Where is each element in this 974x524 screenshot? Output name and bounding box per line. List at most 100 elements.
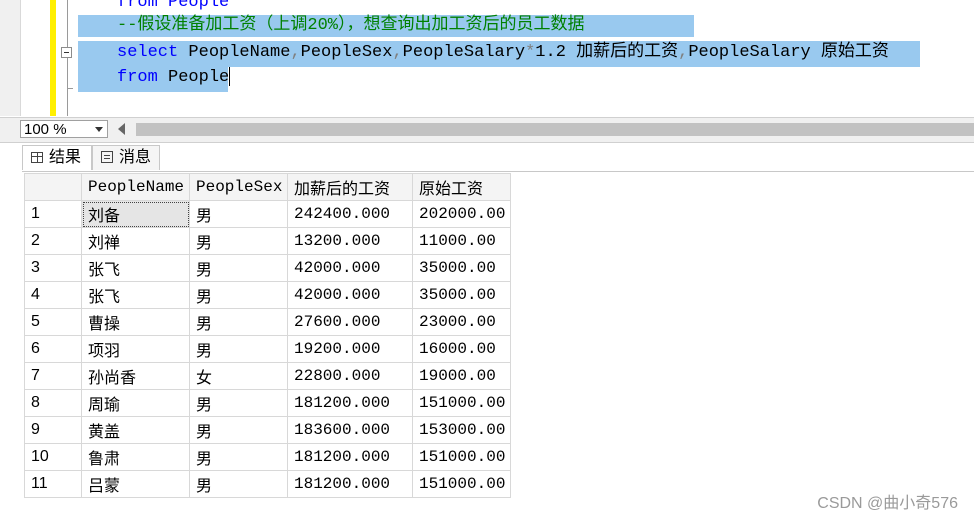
- header-row: PeopleName PeopleSex 加薪后的工资 原始工资: [24, 173, 511, 201]
- zoom-select[interactable]: 100 %: [20, 120, 108, 138]
- table-row[interactable]: 9 黄盖男 183600.000 153000.00: [24, 416, 511, 444]
- cell-original-salary[interactable]: 151000.00: [412, 443, 511, 471]
- cell-people-sex[interactable]: 男: [189, 335, 288, 363]
- collapse-icon[interactable]: [61, 47, 72, 58]
- cell-original-salary[interactable]: 202000.00: [412, 200, 511, 228]
- cell-people-name[interactable]: 黄盖: [81, 416, 190, 444]
- cell-original-salary[interactable]: 35000.00: [412, 281, 511, 309]
- cell-original-salary[interactable]: 151000.00: [412, 470, 511, 498]
- code-token: PeopleName: [178, 43, 291, 62]
- cell-new-salary[interactable]: 42000.000: [287, 254, 413, 282]
- cell-people-name[interactable]: 曹操: [81, 308, 190, 336]
- cell-new-salary[interactable]: 181200.000: [287, 389, 413, 417]
- cell-people-sex[interactable]: 男: [189, 308, 288, 336]
- table-row[interactable]: 6 项羽男 19200.000 16000.00: [24, 335, 511, 363]
- cell-original-salary[interactable]: 11000.00: [412, 227, 511, 255]
- cell-new-salary[interactable]: 181200.000: [287, 443, 413, 471]
- row-number[interactable]: 10: [24, 443, 82, 471]
- cell-original-salary[interactable]: 35000.00: [412, 254, 511, 282]
- cell-new-salary[interactable]: 183600.000: [287, 416, 413, 444]
- row-number[interactable]: 7: [24, 362, 82, 390]
- table-row[interactable]: 4 张飞男 42000.000 35000.00: [24, 281, 511, 309]
- cell-original-salary[interactable]: 16000.00: [412, 335, 511, 363]
- cell-people-name[interactable]: 张飞: [81, 254, 190, 282]
- table-row[interactable]: 3 张飞男 42000.000 35000.00: [24, 254, 511, 282]
- chevron-down-icon: [95, 127, 103, 132]
- cell-people-name[interactable]: 张飞: [81, 281, 190, 309]
- sql-editor[interactable]: from People --假设准备加工资（上调20%），想查询出加工资后的员工…: [0, 0, 974, 116]
- table-row[interactable]: 8 周瑜男 181200.000 151000.00: [24, 389, 511, 417]
- cell-new-salary[interactable]: 242400.000: [287, 200, 413, 228]
- column-header[interactable]: PeopleSex: [189, 173, 288, 201]
- cell-people-name[interactable]: 鲁肃: [81, 443, 190, 471]
- row-number[interactable]: 9: [24, 416, 82, 444]
- table-row[interactable]: 11 吕蒙男 181200.000 151000.00: [24, 470, 511, 498]
- code-token: PeopleSex: [300, 43, 393, 62]
- change-indicator-bar: [50, 0, 56, 116]
- horizontal-scrollbar[interactable]: [136, 123, 974, 136]
- cell-people-name[interactable]: 周瑜: [81, 389, 190, 417]
- row-number[interactable]: 3: [24, 254, 82, 282]
- cell-people-sex[interactable]: 男: [189, 200, 288, 228]
- row-number[interactable]: 2: [24, 227, 82, 255]
- code-token: ,: [290, 43, 301, 62]
- watermark: CSDN @曲小奇576: [817, 495, 958, 512]
- cell-people-sex[interactable]: 男: [189, 470, 288, 498]
- tab-messages-label: 消息: [119, 149, 152, 166]
- row-number[interactable]: 6: [24, 335, 82, 363]
- code-line-from-top: from People: [117, 0, 230, 12]
- row-number[interactable]: 11: [24, 470, 82, 498]
- cell-people-sex[interactable]: 男: [189, 254, 288, 282]
- cell-original-salary[interactable]: 23000.00: [412, 308, 511, 336]
- keyword-from: from: [117, 68, 158, 87]
- cell-new-salary[interactable]: 27600.000: [287, 308, 413, 336]
- cell-people-name[interactable]: 刘备: [81, 200, 190, 228]
- cell-original-salary[interactable]: 19000.00: [412, 362, 511, 390]
- code-line-select: select PeopleName,PeopleSex,PeopleSalary…: [117, 42, 889, 64]
- cell-people-sex[interactable]: 女: [189, 362, 288, 390]
- code-token: ,: [392, 43, 403, 62]
- editor-gutter: [0, 0, 21, 116]
- cell-people-name[interactable]: 吕蒙: [81, 470, 190, 498]
- cell-people-sex[interactable]: 男: [189, 227, 288, 255]
- cell-new-salary[interactable]: 42000.000: [287, 281, 413, 309]
- table-row[interactable]: 7 孙尚香女 22800.000 19000.00: [24, 362, 511, 390]
- row-number[interactable]: 1: [24, 200, 82, 228]
- cell-new-salary[interactable]: 181200.000: [287, 470, 413, 498]
- code-token: PeopleSalary: [402, 43, 526, 62]
- results-grid: PeopleName PeopleSex 加薪后的工资 原始工资 1 刘备男 242…: [22, 171, 974, 524]
- cell-new-salary[interactable]: 13200.000: [287, 227, 413, 255]
- tab-messages[interactable]: 消息: [92, 145, 160, 170]
- cell-people-sex[interactable]: 男: [189, 389, 288, 417]
- table-row[interactable]: 5 曹操男 27600.000 23000.00: [24, 308, 511, 336]
- code-line-from: from People: [117, 67, 231, 89]
- cell-new-salary[interactable]: 19200.000: [287, 335, 413, 363]
- row-number[interactable]: 5: [24, 308, 82, 336]
- table-row[interactable]: 1 刘备男 242400.000 202000.00: [24, 200, 511, 228]
- keyword-select: select: [117, 43, 179, 62]
- cell-people-sex[interactable]: 男: [189, 281, 288, 309]
- table-row[interactable]: 10 鲁肃男 181200.000 151000.00: [24, 443, 511, 471]
- column-header[interactable]: 原始工资: [412, 173, 511, 201]
- code-token: 1.2 加薪后的工资: [535, 43, 679, 62]
- row-number[interactable]: 8: [24, 389, 82, 417]
- cell-original-salary[interactable]: 151000.00: [412, 389, 511, 417]
- tab-results[interactable]: 结果: [22, 145, 92, 170]
- cell-people-sex[interactable]: 男: [189, 443, 288, 471]
- cell-new-salary[interactable]: 22800.000: [287, 362, 413, 390]
- table-row[interactable]: 2 刘禅男 13200.000 11000.00: [24, 227, 511, 255]
- row-number[interactable]: 4: [24, 281, 82, 309]
- zoom-value: 100 %: [24, 121, 67, 138]
- cell-people-sex[interactable]: 男: [189, 416, 288, 444]
- cell-people-name[interactable]: 孙尚香: [81, 362, 190, 390]
- cell-people-name[interactable]: 项羽: [81, 335, 190, 363]
- cell-people-name[interactable]: 刘禅: [81, 227, 190, 255]
- cell-original-salary[interactable]: 153000.00: [412, 416, 511, 444]
- row-number-header[interactable]: [24, 173, 82, 201]
- code-token: ,: [678, 43, 689, 62]
- tab-results-label: 结果: [49, 149, 82, 166]
- column-header[interactable]: PeopleName: [81, 173, 190, 201]
- column-header[interactable]: 加薪后的工资: [287, 173, 413, 201]
- code-token: People: [157, 68, 230, 87]
- scroll-left-icon[interactable]: [118, 123, 125, 135]
